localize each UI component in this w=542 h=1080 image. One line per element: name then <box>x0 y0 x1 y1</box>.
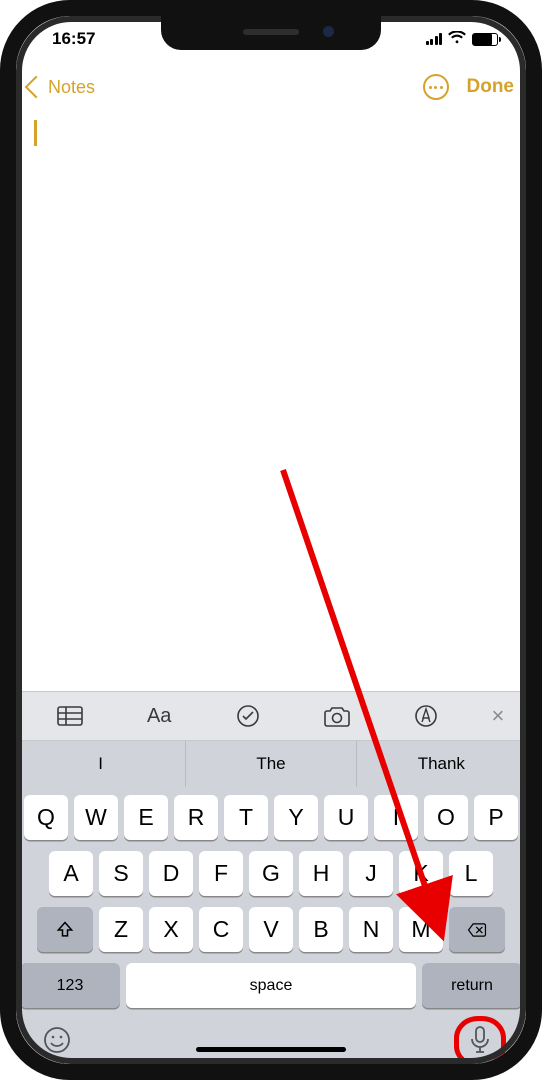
key-h[interactable]: H <box>299 851 343 896</box>
key-f[interactable]: F <box>199 851 243 896</box>
status-time: 16:57 <box>52 29 95 49</box>
key-c[interactable]: C <box>199 907 243 952</box>
key-n[interactable]: N <box>349 907 393 952</box>
key-p[interactable]: P <box>474 795 518 840</box>
key-b[interactable]: B <box>299 907 343 952</box>
text-format-button[interactable]: Aa <box>115 705 204 728</box>
key-q[interactable]: Q <box>24 795 68 840</box>
key-i[interactable]: I <box>374 795 418 840</box>
key-l[interactable]: L <box>449 851 493 896</box>
key-t[interactable]: T <box>224 795 268 840</box>
emoji-button[interactable] <box>42 1025 72 1060</box>
key-r[interactable]: R <box>174 795 218 840</box>
markup-button[interactable] <box>381 704 470 728</box>
close-format-bar-button[interactable]: × <box>480 703 516 729</box>
prediction-3[interactable]: Thank <box>356 741 526 787</box>
key-a[interactable]: A <box>49 851 93 896</box>
key-w[interactable]: W <box>74 795 118 840</box>
cellular-icon <box>426 33 443 45</box>
key-y[interactable]: Y <box>274 795 318 840</box>
key-o[interactable]: O <box>424 795 468 840</box>
note-editor[interactable] <box>16 112 526 691</box>
key-x[interactable]: X <box>149 907 193 952</box>
key-return[interactable]: return <box>422 963 522 1008</box>
wifi-icon <box>448 29 466 49</box>
prediction-bar: I The Thank <box>16 741 526 787</box>
chevron-left-icon <box>25 76 48 99</box>
prediction-1[interactable]: I <box>16 741 185 787</box>
key-j[interactable]: J <box>349 851 393 896</box>
key-shift[interactable] <box>37 907 93 952</box>
table-button[interactable] <box>26 706 115 726</box>
earpiece <box>243 29 299 35</box>
keyboard: Aa × I The Thank Q <box>16 691 526 1064</box>
key-g[interactable]: G <box>249 851 293 896</box>
notch <box>161 16 381 50</box>
battery-icon <box>472 33 498 46</box>
format-bar: Aa × <box>16 691 526 741</box>
key-k[interactable]: K <box>399 851 443 896</box>
key-z[interactable]: Z <box>99 907 143 952</box>
key-numeric[interactable]: 123 <box>20 963 120 1008</box>
text-cursor <box>34 120 37 146</box>
key-backspace[interactable] <box>449 907 505 952</box>
checklist-button[interactable] <box>204 704 293 728</box>
camera-button[interactable] <box>292 705 381 727</box>
key-d[interactable]: D <box>149 851 193 896</box>
done-button[interactable]: Done <box>467 76 515 98</box>
back-label: Notes <box>48 77 95 98</box>
key-s[interactable]: S <box>99 851 143 896</box>
annotation-highlight <box>454 1016 506 1068</box>
phone-frame: 16:57 Notes Done <box>0 0 542 1080</box>
nav-bar: Notes Done <box>16 62 526 112</box>
front-camera <box>323 26 334 37</box>
key-e[interactable]: E <box>124 795 168 840</box>
more-button[interactable] <box>423 74 449 100</box>
key-m[interactable]: M <box>399 907 443 952</box>
home-indicator[interactable] <box>196 1047 346 1052</box>
key-v[interactable]: V <box>249 907 293 952</box>
prediction-2[interactable]: The <box>185 741 355 787</box>
key-u[interactable]: U <box>324 795 368 840</box>
key-space[interactable]: space <box>126 963 416 1008</box>
back-button[interactable]: Notes <box>22 77 95 98</box>
